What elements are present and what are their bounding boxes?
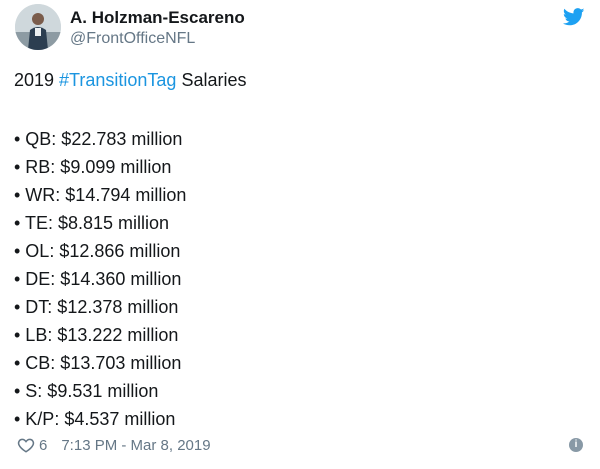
salary-list: • QB: $22.783 million • RB: $9.099 milli… xyxy=(14,125,186,433)
salary-item-ol: • OL: $12.866 million xyxy=(14,241,181,261)
heart-icon[interactable] xyxy=(17,436,35,454)
salary-item-qb: • QB: $22.783 million xyxy=(14,129,183,149)
salary-item-dt: • DT: $12.378 million xyxy=(14,297,179,317)
tweet-card: A. Holzman-Escareno @FrontOfficeNFL 2019… xyxy=(0,0,600,469)
intro-prefix: 2019 xyxy=(14,70,60,90)
hashtag-link[interactable]: #TransitionTag xyxy=(59,70,176,90)
author-handle[interactable]: @FrontOfficeNFL xyxy=(70,30,195,48)
like-count[interactable]: 6 xyxy=(39,437,47,454)
salary-item-cb: • CB: $13.703 million xyxy=(14,353,182,373)
avatar[interactable] xyxy=(15,4,61,50)
intro-suffix: Salaries xyxy=(176,70,247,90)
salary-item-s: • S: $9.531 million xyxy=(14,381,159,401)
tweet-footer: 6 7:13 PM - Mar 8, 2019 xyxy=(17,434,211,456)
salary-item-wr: • WR: $14.794 million xyxy=(14,185,187,205)
twitter-bird-icon[interactable] xyxy=(563,8,585,26)
info-icon[interactable]: i xyxy=(569,438,583,452)
author-name[interactable]: A. Holzman-Escareno xyxy=(70,8,245,28)
tweet-timestamp[interactable]: 7:13 PM - Mar 8, 2019 xyxy=(61,437,210,454)
salary-item-lb: • LB: $13.222 million xyxy=(14,325,179,345)
salary-item-te: • TE: $8.815 million xyxy=(14,213,170,233)
salary-item-rb: • RB: $9.099 million xyxy=(14,157,172,177)
tweet-intro: 2019 #TransitionTag Salaries xyxy=(14,70,246,91)
salary-item-kp: • K/P: $4.537 million xyxy=(14,409,176,429)
salary-item-de: • DE: $14.360 million xyxy=(14,269,182,289)
